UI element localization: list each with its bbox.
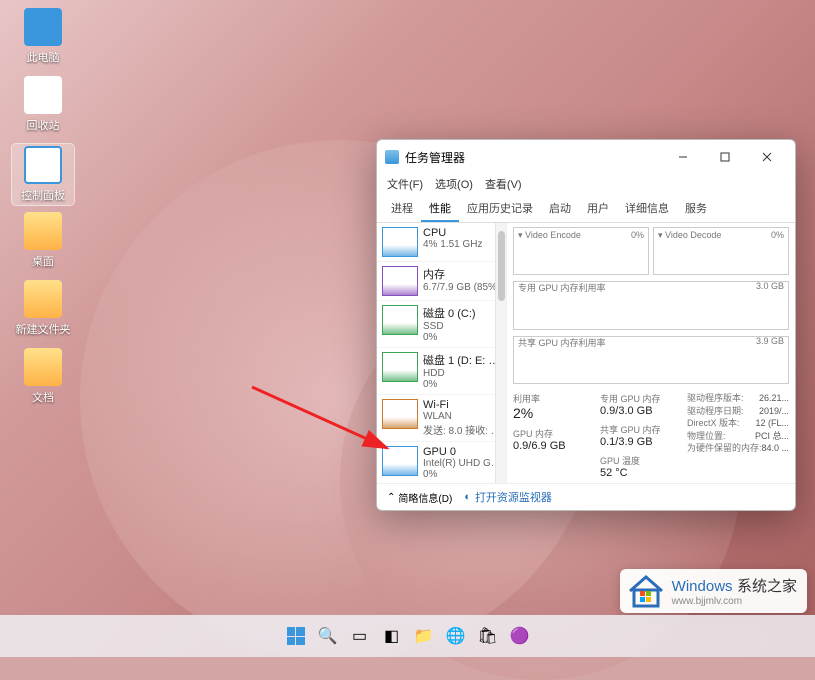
menu-item[interactable]: 文件(F): [387, 176, 423, 192]
footer-bar: ⌃ 简略信息(D) ◐ 打开资源监视器: [377, 483, 795, 510]
graph-shared-gpu: 共享 GPU 内存利用率 3.9 GB: [513, 336, 789, 385]
store-icon[interactable]: 🛍: [475, 623, 501, 649]
desktop-icon-1[interactable]: 回收站: [12, 76, 74, 133]
open-resource-monitor-link[interactable]: ◐ 打开资源监视器: [464, 489, 552, 505]
desktop-icon-2[interactable]: 控制面板: [12, 144, 74, 205]
desktop-icon-4[interactable]: 新建文件夹: [12, 280, 74, 337]
folder-icon: [24, 280, 62, 318]
taskbar[interactable]: 🔍 ▭ ◧ 📁 🌐 🛍 🟣: [0, 615, 815, 657]
chevron-down-icon[interactable]: ▾ Video Encode: [518, 230, 581, 241]
app-icon: [385, 150, 399, 164]
tab-启动[interactable]: 启动: [541, 196, 579, 222]
task-manager-window: 任务管理器 文件(F) 选项(O) 查看(V) 进程性能应用历史记录启动用户详细信息…: [376, 139, 796, 511]
chevron-down-icon[interactable]: ▾ Video Decode: [658, 230, 721, 241]
resource-thumb: [382, 446, 418, 476]
tab-性能[interactable]: 性能: [421, 196, 459, 222]
shared-label: 共享 GPU 内存: [600, 423, 679, 436]
tab-应用历史记录[interactable]: 应用历史记录: [459, 196, 541, 222]
menu-bar: 文件(F) 选项(O) 查看(V): [377, 174, 795, 196]
resource-monitor-icon: ◐: [464, 491, 471, 503]
watermark-url: www.bjjmlv.com: [672, 596, 797, 607]
widgets-icon[interactable]: ◧: [379, 623, 405, 649]
graph-video-encode: ▾ Video Encode 0%: [513, 227, 649, 275]
dedicated-label: 专用 GPU 内存: [600, 392, 679, 405]
tab-进程[interactable]: 进程: [383, 196, 421, 222]
resource-item-磁盘 0 (C:)[interactable]: 磁盘 0 (C:)SSD0%: [377, 301, 506, 348]
task-view-icon[interactable]: ▭: [347, 623, 373, 649]
resource-thumb: [382, 266, 418, 296]
tab-用户[interactable]: 用户: [579, 196, 617, 222]
tab-bar: 进程性能应用历史记录启动用户详细信息服务: [377, 196, 795, 223]
temp-label: GPU 温度: [600, 454, 679, 467]
minimize-button[interactable]: [663, 146, 703, 168]
desktop-icon-0[interactable]: 此电脑: [12, 8, 74, 65]
start-button[interactable]: [283, 623, 309, 649]
resource-item-Wi-Fi[interactable]: Wi-FiWLAN发送: 8.0 接收: 0 Kl: [377, 395, 506, 442]
resource-item-CPU[interactable]: CPU4% 1.51 GHz: [377, 223, 506, 262]
tab-详细信息[interactable]: 详细信息: [617, 196, 677, 222]
app-icon[interactable]: 🟣: [507, 623, 533, 649]
resource-thumb: [382, 305, 418, 335]
house-icon: [626, 573, 666, 609]
graph-dedicated-gpu: 专用 GPU 内存利用率 3.0 GB: [513, 281, 789, 330]
resource-item-内存[interactable]: 内存6.7/7.9 GB (85%): [377, 262, 506, 301]
maximize-button[interactable]: [705, 146, 745, 168]
folder-icon: [24, 146, 62, 184]
graph-video-decode: ▾ Video Decode 0%: [653, 227, 789, 275]
resource-item-磁盘 1 (D: E: F:)[interactable]: 磁盘 1 (D: E: F:)HDD0%: [377, 348, 506, 395]
titlebar[interactable]: 任务管理器: [377, 140, 795, 174]
edge-icon[interactable]: 🌐: [443, 623, 469, 649]
resource-thumb: [382, 399, 418, 429]
brief-toggle[interactable]: ⌃ 简略信息(D): [387, 490, 452, 505]
chevron-up-icon: ⌃: [387, 492, 395, 503]
dedicated-value: 0.9/3.0 GB: [600, 405, 679, 417]
desktop-icon-3[interactable]: 桌面: [12, 212, 74, 269]
temp-value: 52 °C: [600, 467, 679, 479]
folder-icon: [24, 212, 62, 250]
resource-thumb: [382, 227, 418, 257]
folder-icon: [24, 348, 62, 386]
performance-pane: ▾ Video Encode 0% ▾ Video Decode 0% 专用 G…: [507, 223, 795, 483]
desktop-icon-5[interactable]: 文档: [12, 348, 74, 405]
folder-icon: [24, 76, 62, 114]
search-icon[interactable]: 🔍: [315, 623, 341, 649]
explorer-icon[interactable]: 📁: [411, 623, 437, 649]
menu-item[interactable]: 查看(V): [485, 176, 522, 192]
window-title: 任务管理器: [405, 149, 663, 166]
close-button[interactable]: [747, 146, 787, 168]
util-value: 2%: [513, 405, 592, 421]
resource-list: CPU4% 1.51 GHz内存6.7/7.9 GB (85%)磁盘 0 (C:…: [377, 223, 507, 483]
watermark: Windows 系统之家 www.bjjmlv.com: [620, 569, 807, 613]
gpu-properties: 驱动程序版本:26.21...驱动程序日期:2019/...DirectX 版本…: [687, 392, 789, 479]
menu-item[interactable]: 选项(O): [435, 176, 473, 192]
folder-icon: [24, 8, 62, 46]
gpumem-value: 0.9/6.9 GB: [513, 440, 592, 452]
resource-item-GPU 0[interactable]: GPU 0Intel(R) UHD Gra...0%: [377, 442, 506, 483]
tab-服务[interactable]: 服务: [677, 196, 715, 222]
shared-value: 0.1/3.9 GB: [600, 436, 679, 448]
watermark-brand: Windows: [672, 578, 733, 595]
scrollbar[interactable]: [495, 223, 507, 483]
resource-thumb: [382, 352, 418, 382]
util-label: 利用率: [513, 392, 592, 405]
gpumem-label: GPU 内存: [513, 427, 592, 440]
